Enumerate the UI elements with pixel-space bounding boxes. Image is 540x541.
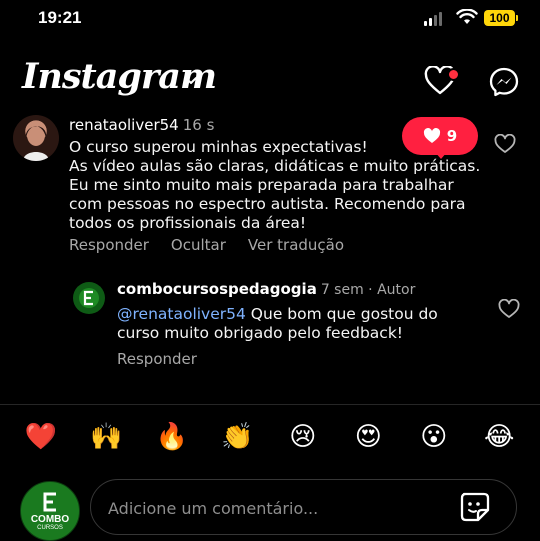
chevron-down-icon[interactable] bbox=[184, 76, 198, 86]
reply-text: @renataoliver54 Que bom que gostou do cu… bbox=[117, 305, 477, 343]
battery-indicator: 100 bbox=[484, 10, 515, 26]
emoji-surprised[interactable]: 😮 bbox=[417, 420, 451, 454]
sticker-icon[interactable] bbox=[458, 490, 492, 524]
avatar-label-combo: COMBO bbox=[30, 513, 70, 525]
hide-button[interactable]: Ocultar bbox=[171, 236, 226, 254]
combo-cursos-logo-icon bbox=[43, 492, 56, 511]
like-count: 9 bbox=[446, 127, 458, 145]
avatar-label-cursos: CURSOS bbox=[37, 524, 63, 531]
like-bubble-tail bbox=[435, 152, 447, 159]
mention-link[interactable]: @renataoliver54 bbox=[117, 305, 246, 323]
emoji-heart-eyes[interactable]: 😍 bbox=[351, 420, 385, 454]
reply-header: combocursospedagogia 7 sem · Autor bbox=[117, 280, 415, 298]
comment-like-heart-icon[interactable] bbox=[494, 134, 516, 154]
reply-button[interactable]: Responder bbox=[69, 236, 149, 254]
comment-username[interactable]: renataoliver54 bbox=[69, 116, 179, 134]
comment-actions: Responder Ocultar Ver tradução bbox=[69, 236, 344, 254]
battery-tip bbox=[516, 15, 518, 21]
wifi-icon bbox=[456, 9, 478, 24]
emoji-fire[interactable]: 🔥 bbox=[155, 420, 189, 454]
composer-avatar[interactable]: COMBO CURSOS bbox=[20, 481, 80, 541]
emoji-reaction-bar: ❤️ 🙌 🔥 👏 😢 😍 😮 😂 bbox=[0, 420, 540, 454]
emoji-crying[interactable]: 😢 bbox=[286, 420, 320, 454]
reply-like-heart-icon[interactable] bbox=[498, 299, 520, 319]
reply-username[interactable]: combocursospedagogia bbox=[117, 280, 317, 298]
comment-composer bbox=[90, 479, 517, 535]
divider bbox=[0, 404, 540, 405]
status-time: 19:21 bbox=[38, 8, 82, 27]
reply-meta: 7 sem · Autor bbox=[320, 282, 416, 298]
messenger-icon[interactable] bbox=[488, 66, 520, 98]
profile-photo bbox=[23, 124, 49, 161]
emoji-red-heart[interactable]: ❤️ bbox=[24, 420, 58, 454]
comment-time: 16 s bbox=[182, 116, 215, 134]
heart-filled-icon bbox=[423, 128, 440, 143]
reply-avatar[interactable] bbox=[73, 282, 105, 314]
emoji-clapping[interactable]: 👏 bbox=[220, 420, 254, 454]
comment-input[interactable] bbox=[106, 494, 450, 522]
cellular-signal-icon bbox=[424, 12, 442, 26]
see-translation-button[interactable]: Ver tradução bbox=[248, 236, 344, 254]
notification-dot bbox=[447, 68, 460, 81]
reply-reply-button[interactable]: Responder bbox=[117, 350, 197, 368]
comment-header: renataoliver54 16 s bbox=[69, 116, 214, 134]
avatar[interactable] bbox=[13, 115, 59, 161]
emoji-raised-hands[interactable]: 🙌 bbox=[89, 420, 123, 454]
like-notification-bubble[interactable]: 9 bbox=[402, 117, 478, 155]
combo-cursos-logo-icon bbox=[79, 288, 99, 308]
emoji-laughing[interactable]: 😂 bbox=[482, 420, 516, 454]
